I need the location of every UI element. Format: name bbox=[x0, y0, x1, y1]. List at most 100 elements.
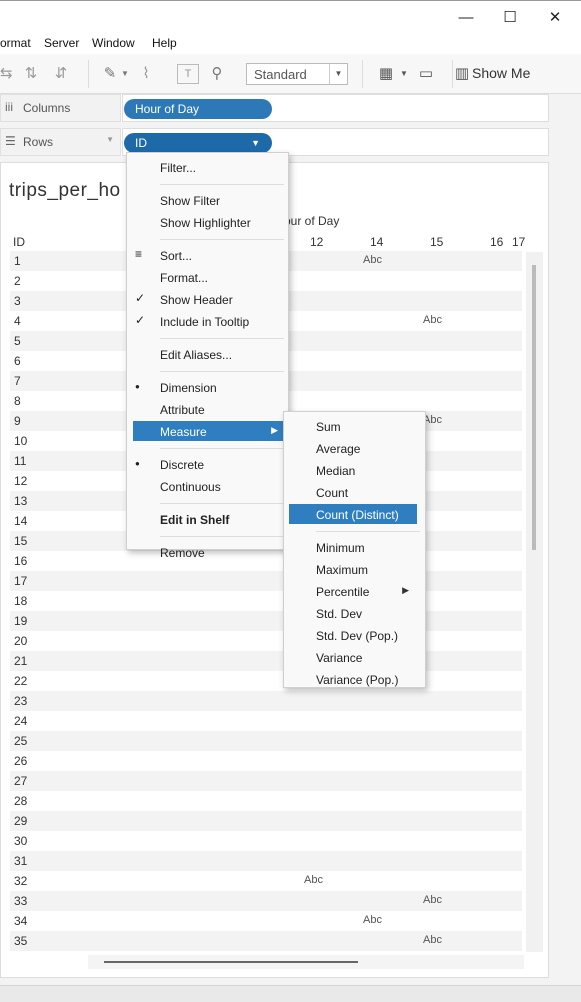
menu-item-label: Variance bbox=[316, 651, 363, 665]
row-id: 13 bbox=[14, 494, 28, 508]
menu-item-continuous[interactable]: Continuous bbox=[127, 476, 288, 496]
menu-item-show-filter[interactable]: Show Filter bbox=[127, 190, 288, 210]
row-id: 23 bbox=[14, 694, 28, 708]
row-id: 14 bbox=[14, 514, 28, 528]
columns-pill-hour-of-day[interactable]: Hour of Day bbox=[124, 99, 272, 119]
swap-icon[interactable]: ⇆ bbox=[0, 64, 13, 84]
menu-item-label: Show Header bbox=[160, 293, 233, 307]
column-tick: 14 bbox=[370, 235, 384, 249]
menu-item-include-in-tooltip[interactable]: ✓ Include in Tooltip bbox=[127, 311, 288, 331]
menu-separator bbox=[160, 536, 284, 537]
submenu-item-sum[interactable]: Sum bbox=[284, 416, 425, 436]
column-tick: 17 bbox=[512, 235, 526, 249]
columns-drop-zone[interactable]: Hour of Day bbox=[122, 94, 549, 122]
submenu-item-count-distinct[interactable]: Count (Distinct) bbox=[289, 504, 417, 524]
submenu-item-maximum[interactable]: Maximum bbox=[284, 559, 425, 579]
paperclip-icon[interactable]: ⌇ bbox=[136, 64, 156, 84]
pill-context-menu: Filter... Show Filter Show Highlighter ≡ Sor… bbox=[126, 152, 289, 560]
submenu-item-count[interactable]: Count bbox=[284, 482, 425, 502]
chevron-down-icon: ▼ bbox=[106, 135, 114, 144]
row-id: 3 bbox=[14, 294, 21, 308]
menu-separator bbox=[316, 531, 420, 532]
menu-item-show-highlighter[interactable]: Show Highlighter bbox=[127, 212, 288, 232]
bullet-icon: ● bbox=[135, 382, 140, 391]
rows-pill-id[interactable]: ID ▼ bbox=[124, 133, 272, 153]
chevron-down-icon[interactable]: ▼ bbox=[400, 64, 408, 84]
submenu-item-percentile[interactable]: Percentile ▶ bbox=[284, 581, 425, 601]
chevron-down-icon[interactable]: ▼ bbox=[121, 64, 129, 84]
menu-item-remove[interactable]: Remove bbox=[127, 542, 288, 562]
table-row: 26 bbox=[10, 751, 522, 771]
close-button[interactable]: ✕ bbox=[540, 7, 570, 29]
submenu-item-std-dev[interactable]: Std. Dev bbox=[284, 603, 425, 623]
row-id: 5 bbox=[14, 334, 21, 348]
cell-abc-mark: Abc bbox=[423, 934, 442, 946]
menu-item-label: Edit in Shelf bbox=[160, 513, 230, 527]
table-row: 29 bbox=[10, 811, 522, 831]
row-id: 29 bbox=[14, 814, 28, 828]
submenu-item-std-dev-pop[interactable]: Std. Dev (Pop.) bbox=[284, 625, 425, 645]
text-label-icon[interactable]: T bbox=[177, 64, 199, 84]
horizontal-scrollbar-thumb[interactable] bbox=[104, 961, 358, 963]
row-id: 27 bbox=[14, 774, 28, 788]
menu-item-show-header[interactable]: ✓ Show Header bbox=[127, 289, 288, 309]
submenu-item-average[interactable]: Average bbox=[284, 438, 425, 458]
menu-item-discrete[interactable]: ● Discrete bbox=[127, 454, 288, 474]
row-id: 19 bbox=[14, 614, 28, 628]
vertical-scrollbar-thumb[interactable] bbox=[532, 265, 536, 550]
row-id: 21 bbox=[14, 654, 28, 668]
menu-item-dimension[interactable]: ● Dimension bbox=[127, 377, 288, 397]
cell-abc-mark: Abc bbox=[423, 894, 442, 906]
show-me-button[interactable]: Show Me bbox=[472, 65, 530, 81]
chevron-down-icon[interactable]: ▼ bbox=[251, 133, 260, 153]
submenu-item-median[interactable]: Median bbox=[284, 460, 425, 480]
table-row: 23 bbox=[10, 691, 522, 711]
pin-icon[interactable]: ⚲ bbox=[207, 64, 227, 84]
menu-item-format[interactable]: Format... bbox=[127, 267, 288, 287]
rows-shelf-label-area: ☰ Rows ▼ bbox=[0, 128, 121, 156]
menu-item-attribute[interactable]: Attribute bbox=[127, 399, 288, 419]
menu-item-filter[interactable]: Filter... bbox=[127, 157, 288, 177]
row-id: 25 bbox=[14, 734, 28, 748]
menu-item-label: Include in Tooltip bbox=[160, 315, 250, 329]
submenu-item-minimum[interactable]: Minimum bbox=[284, 537, 425, 557]
fit-mode-value: Standard bbox=[254, 67, 307, 82]
minimize-button[interactable]: — bbox=[451, 7, 481, 29]
presentation-icon[interactable]: ▭ bbox=[414, 64, 438, 84]
menu-help[interactable]: Help bbox=[152, 36, 177, 50]
menu-item-measure[interactable]: Measure ▶ bbox=[133, 421, 284, 441]
menu-item-sort[interactable]: ≡ Sort... bbox=[127, 245, 288, 265]
sort-icon: ≡ bbox=[135, 247, 143, 261]
columns-shelf-label-area: iii Columns bbox=[0, 94, 121, 122]
menu-item-edit-aliases[interactable]: Edit Aliases... bbox=[127, 344, 288, 364]
row-header-id: ID bbox=[13, 235, 25, 249]
menu-item-edit-in-shelf[interactable]: Edit in Shelf bbox=[127, 509, 288, 529]
submenu-item-variance-pop[interactable]: Variance (Pop.) bbox=[284, 669, 425, 689]
check-icon: ✓ bbox=[135, 313, 146, 327]
menu-format[interactable]: ormat bbox=[0, 36, 31, 50]
show-me-icon[interactable]: ▥ bbox=[454, 64, 470, 84]
menu-separator bbox=[160, 503, 284, 504]
table-row: 25 bbox=[10, 731, 522, 751]
highlight-pen-icon[interactable]: ✎ bbox=[100, 64, 120, 84]
title-bar: — ☐ ✕ bbox=[0, 0, 581, 34]
row-id: 33 bbox=[14, 894, 28, 908]
sort-ascending-icon[interactable]: ⇅ bbox=[22, 64, 40, 84]
fit-mode-dropdown[interactable]: Standard ▼ bbox=[246, 63, 348, 85]
fix-axes-icon[interactable]: ▦ bbox=[375, 64, 397, 84]
chevron-right-icon: ▶ bbox=[402, 585, 409, 595]
menu-server[interactable]: Server bbox=[44, 36, 79, 50]
menu-item-label: Attribute bbox=[160, 403, 205, 417]
table-row: 31 bbox=[10, 851, 522, 871]
row-id: 7 bbox=[14, 374, 21, 388]
submenu-item-variance[interactable]: Variance bbox=[284, 647, 425, 667]
maximize-button[interactable]: ☐ bbox=[495, 7, 525, 29]
menu-window[interactable]: Window bbox=[92, 36, 135, 50]
menu-item-label: Remove bbox=[160, 546, 205, 560]
check-icon: ✓ bbox=[135, 291, 146, 305]
row-id: 4 bbox=[14, 314, 21, 328]
table-row: 30 bbox=[10, 831, 522, 851]
row-id: 34 bbox=[14, 914, 28, 928]
columns-shelf: iii Columns Hour of Day bbox=[0, 94, 549, 122]
sort-descending-icon[interactable]: ⇵ bbox=[52, 64, 70, 84]
